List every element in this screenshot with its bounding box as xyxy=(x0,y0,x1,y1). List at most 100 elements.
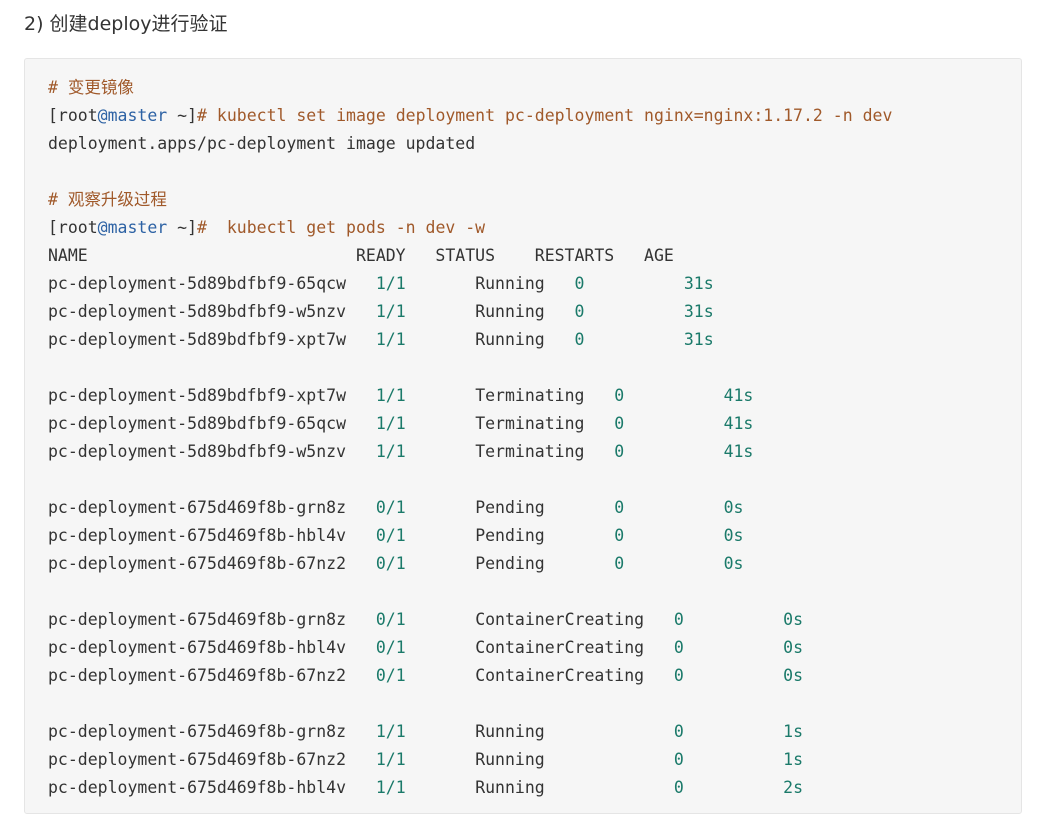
pod-row: pc-deployment-5d89bdfbf9-w5nzv 1/1 Runni… xyxy=(48,298,892,326)
pod-restarts: 0 xyxy=(614,386,625,405)
pod-age: 0s xyxy=(783,638,804,657)
section-heading: 2) 创建deploy进行验证 xyxy=(24,13,228,35)
pod-restarts: 0 xyxy=(574,302,585,321)
pod-age: 41s xyxy=(723,386,754,405)
pod-status: Running xyxy=(475,274,545,293)
pod-age: 0s xyxy=(723,526,744,545)
pod-age: 2s xyxy=(783,778,804,797)
command-text: # kubectl get pods -n dev -w xyxy=(197,218,486,237)
pod-ready: 1/1 xyxy=(375,330,406,349)
prompt-line: [root@master ~]# kubectl set image deplo… xyxy=(48,102,892,130)
pod-ready: 1/1 xyxy=(375,722,406,741)
pod-name: pc-deployment-5d89bdfbf9-w5nzv xyxy=(48,302,347,321)
pod-row: pc-deployment-675d469f8b-hbl4v 0/1 Pendi… xyxy=(48,522,892,550)
pod-age: 0s xyxy=(783,666,804,685)
pod-age: 31s xyxy=(683,274,714,293)
pod-status: Pending xyxy=(475,526,545,545)
pod-row: pc-deployment-675d469f8b-grn8z 0/1 Conta… xyxy=(48,606,892,634)
prompt-user: [root xyxy=(48,218,98,237)
pod-age: 31s xyxy=(683,302,714,321)
pod-ready: 1/1 xyxy=(375,302,406,321)
pod-restarts: 0 xyxy=(614,498,625,517)
prompt-path: ~] xyxy=(167,106,198,125)
pod-row: pc-deployment-675d469f8b-grn8z 0/1 Pendi… xyxy=(48,494,892,522)
pod-age: 0s xyxy=(723,498,744,517)
pod-row: pc-deployment-675d469f8b-hbl4v 0/1 Conta… xyxy=(48,634,892,662)
pod-row: pc-deployment-675d469f8b-grn8z 1/1 Runni… xyxy=(48,718,892,746)
pod-ready: 1/1 xyxy=(375,442,406,461)
comment-text: # 变更镜像 xyxy=(48,78,134,97)
pod-ready: 1/1 xyxy=(375,414,406,433)
pod-restarts: 0 xyxy=(614,414,625,433)
pod-name: pc-deployment-675d469f8b-67nz2 xyxy=(48,554,347,573)
pod-ready: 0/1 xyxy=(375,498,406,517)
pod-status: Terminating xyxy=(475,414,585,433)
prompt-user: [root xyxy=(48,106,98,125)
pod-status: Pending xyxy=(475,554,545,573)
comment-line: # 变更镜像 xyxy=(48,74,892,102)
pod-row: pc-deployment-5d89bdfbf9-xpt7w 1/1 Runni… xyxy=(48,326,892,354)
pod-age: 41s xyxy=(723,442,754,461)
pod-status: Running xyxy=(475,330,545,349)
pod-name: pc-deployment-675d469f8b-grn8z xyxy=(48,722,347,741)
pod-row: pc-deployment-675d469f8b-67nz2 1/1 Runni… xyxy=(48,746,892,774)
pod-ready: 1/1 xyxy=(375,778,406,797)
pod-restarts: 0 xyxy=(673,778,684,797)
code-block: # 变更镜像 [root@master ~]# kubectl set image… xyxy=(24,58,1022,814)
table-header: NAME READY STATUS RESTARTS AGE xyxy=(48,242,892,270)
pod-row: pc-deployment-675d469f8b-67nz2 0/1 Pendi… xyxy=(48,550,892,578)
pod-row: pc-deployment-5d89bdfbf9-65qcw 1/1 Runni… xyxy=(48,270,892,298)
pod-row: pc-deployment-675d469f8b-67nz2 0/1 Conta… xyxy=(48,662,892,690)
pod-ready: 0/1 xyxy=(375,610,406,629)
code-content: # 变更镜像 [root@master ~]# kubectl set image… xyxy=(48,74,892,802)
pod-name: pc-deployment-5d89bdfbf9-65qcw xyxy=(48,414,347,433)
pod-age: 31s xyxy=(683,330,714,349)
pod-status: Running xyxy=(475,302,545,321)
pod-ready: 1/1 xyxy=(375,750,406,769)
pod-row: pc-deployment-5d89bdfbf9-xpt7w 1/1 Termi… xyxy=(48,382,892,410)
pod-name: pc-deployment-675d469f8b-67nz2 xyxy=(48,750,347,769)
pod-age: 1s xyxy=(783,750,804,769)
pod-status: ContainerCreating xyxy=(475,666,645,685)
comment-line: # 观察升级过程 xyxy=(48,186,892,214)
output-text: deployment.apps/pc-deployment image upda… xyxy=(48,134,476,153)
